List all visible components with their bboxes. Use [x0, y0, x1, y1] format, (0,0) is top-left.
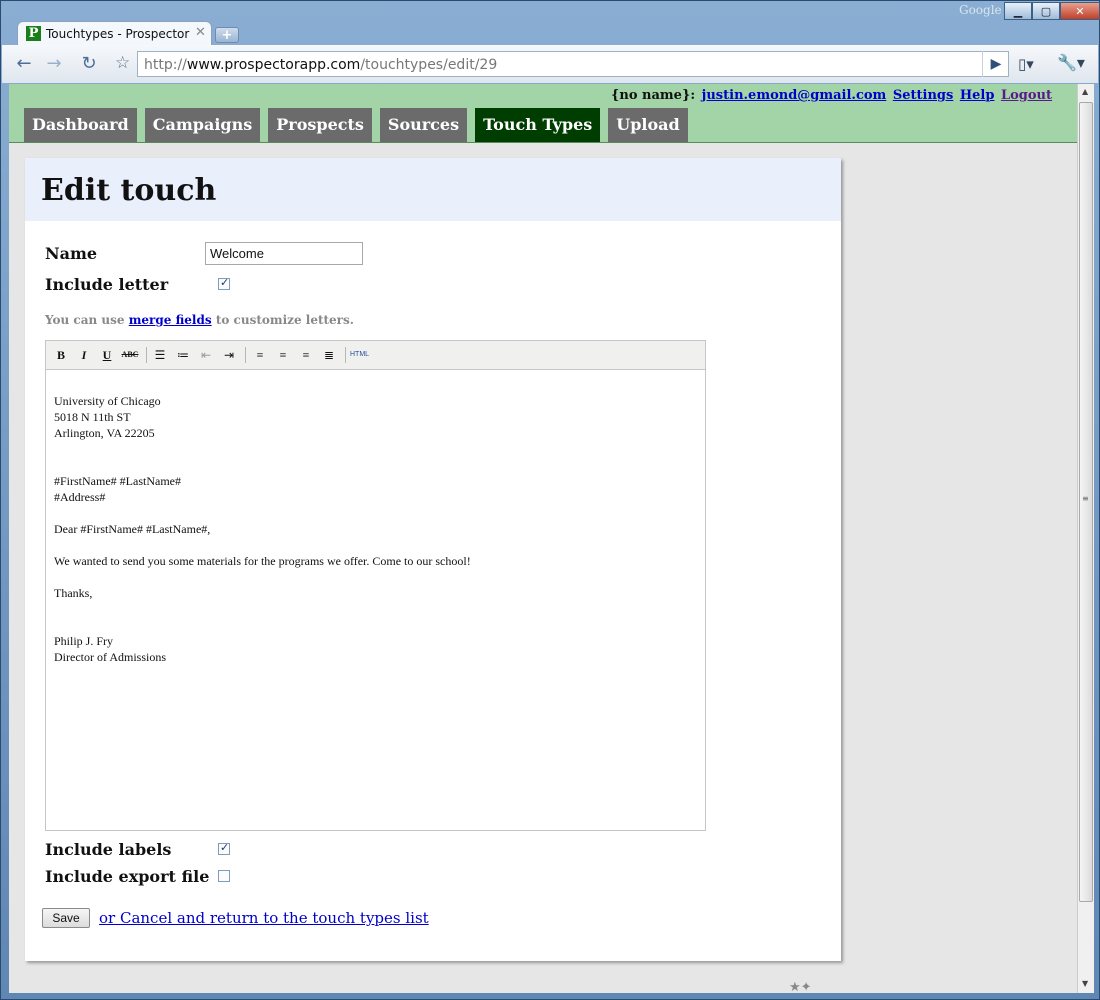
toolbar-separator: [345, 347, 346, 363]
merge-fields-link[interactable]: merge fields: [129, 313, 212, 327]
save-button[interactable]: Save: [42, 908, 90, 928]
hint-prefix: You can use: [45, 313, 125, 327]
strikethrough-button[interactable]: ABC: [121, 347, 139, 363]
name-input[interactable]: [205, 242, 363, 265]
scroll-up-icon[interactable]: ▲: [1082, 87, 1088, 96]
page-title: Edit touch: [41, 173, 217, 208]
html-source-button[interactable]: HTML: [350, 347, 369, 363]
bookmark-star-icon[interactable]: ☆: [115, 53, 130, 73]
maximize-button[interactable]: ▢: [1032, 2, 1060, 20]
vertical-scrollbar[interactable]: ▲ ≡ ▼: [1077, 84, 1094, 993]
align-left-icon[interactable]: ≡: [251, 347, 269, 363]
edit-touch-panel: Edit touch Name Include letter You can u…: [25, 158, 841, 961]
underline-button[interactable]: U: [98, 347, 116, 363]
numbered-list-icon[interactable]: ≔: [174, 347, 192, 363]
include-export-checkbox[interactable]: [218, 870, 230, 882]
favicon-icon: P: [26, 26, 41, 41]
merge-fields-hint: You can use merge fields to customize le…: [45, 313, 354, 327]
user-email-link[interactable]: justin.emond@gmail.com: [702, 88, 887, 103]
bold-button[interactable]: B: [52, 347, 70, 363]
settings-link[interactable]: Settings: [893, 88, 953, 103]
include-export-label: Include export file: [45, 867, 210, 886]
user-bar: {no name}: justin.emond@gmail.com Settin…: [611, 88, 1052, 103]
toolbar-separator: [146, 347, 147, 363]
name-label: Name: [45, 244, 98, 263]
nav-sources[interactable]: Sources: [379, 108, 468, 142]
minimize-button[interactable]: ▁: [1004, 2, 1032, 20]
toolbar-separator: [245, 347, 246, 363]
letter-body[interactable]: University of Chicago 5018 N 11th ST Arl…: [54, 393, 694, 665]
hint-suffix: to customize letters.: [215, 313, 354, 327]
justify-icon[interactable]: ≣: [320, 347, 338, 363]
outdent-icon[interactable]: ⇤: [197, 347, 215, 363]
browser-toolbar: ← → ↻ ☆ http://www.prospectorapp.com/tou…: [2, 45, 1098, 83]
app-header: {no name}: justin.emond@gmail.com Settin…: [9, 84, 1077, 143]
tab-close-icon[interactable]: ✕: [195, 25, 206, 40]
go-icon[interactable]: ▶: [982, 51, 1009, 77]
google-label: Google: [959, 3, 1002, 17]
title-bar: Google ▁ ▢ ✕ P Touchtypes - Prospector ✕…: [1, 1, 1100, 46]
bullet-list-icon[interactable]: ☰: [151, 347, 169, 363]
address-bar[interactable]: http://www.prospectorapp.com/touchtypes/…: [137, 51, 1009, 77]
help-link[interactable]: Help: [960, 88, 995, 103]
italic-button[interactable]: I: [75, 347, 93, 363]
include-labels-label: Include labels: [45, 840, 172, 859]
include-letter-label: Include letter: [45, 275, 169, 294]
page-menu-icon[interactable]: ▯▾: [1018, 55, 1034, 73]
scroll-down-icon[interactable]: ▼: [1082, 979, 1088, 988]
user-name-label: {no name}:: [611, 88, 696, 103]
close-window-button[interactable]: ✕: [1060, 2, 1100, 20]
nav-campaigns[interactable]: Campaigns: [144, 108, 261, 142]
letter-editor[interactable]: B I U ABC ☰ ≔ ⇤ ⇥ ≡ ≡ ≡ ≣ HTML Universit…: [45, 340, 706, 831]
browser-tab[interactable]: P Touchtypes - Prospector ✕: [17, 21, 212, 46]
nav-dashboard[interactable]: Dashboard: [24, 108, 137, 142]
tab-title: Touchtypes - Prospector: [46, 27, 190, 41]
new-tab-button[interactable]: +: [215, 27, 239, 43]
editor-toolbar: B I U ABC ☰ ≔ ⇤ ⇥ ≡ ≡ ≡ ≣ HTML: [46, 341, 705, 370]
nav-touch-types[interactable]: Touch Types: [475, 108, 601, 142]
nav-upload[interactable]: Upload: [608, 108, 688, 142]
panel-header: Edit touch: [25, 158, 841, 221]
align-center-icon[interactable]: ≡: [274, 347, 292, 363]
nav-prospects[interactable]: Prospects: [268, 108, 372, 142]
main-nav: Dashboard Campaigns Prospects Sources To…: [24, 108, 696, 142]
scrollbar-grip-icon: ≡: [1082, 494, 1089, 503]
footer-stars-icon: ★✦: [789, 980, 812, 993]
forward-icon[interactable]: →: [42, 52, 66, 76]
cancel-link[interactable]: or Cancel and return to the touch types …: [99, 909, 429, 927]
align-right-icon[interactable]: ≡: [297, 347, 315, 363]
browser-window: Google ▁ ▢ ✕ P Touchtypes - Prospector ✕…: [0, 0, 1100, 1000]
include-letter-checkbox[interactable]: [218, 276, 230, 290]
back-icon[interactable]: ←: [12, 52, 36, 76]
page-viewport: {no name}: justin.emond@gmail.com Settin…: [9, 84, 1077, 993]
reload-icon[interactable]: ↻: [77, 52, 101, 76]
include-labels-checkbox[interactable]: [218, 841, 230, 855]
wrench-icon[interactable]: 🔧▾: [1057, 53, 1085, 72]
window-controls: ▁ ▢ ✕: [1004, 2, 1100, 20]
url-text: http://www.prospectorapp.com/touchtypes/…: [144, 57, 498, 73]
indent-icon[interactable]: ⇥: [220, 347, 238, 363]
logout-link[interactable]: Logout: [1001, 88, 1052, 103]
